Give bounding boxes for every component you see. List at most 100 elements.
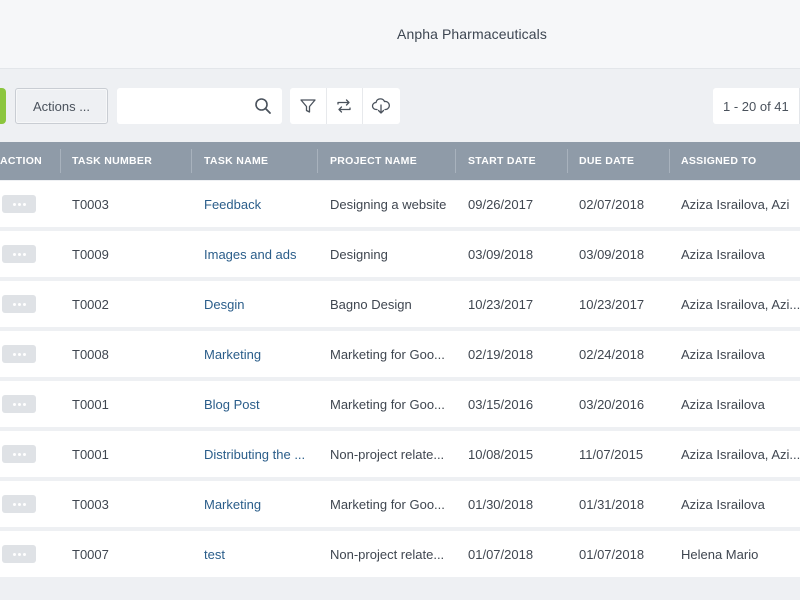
more-dots-icon	[12, 552, 16, 556]
start-date-cell: 01/07/2018	[468, 546, 534, 562]
task-number-cell: T0001	[72, 446, 109, 462]
start-date-cell: 03/09/2018	[468, 246, 534, 262]
more-dots-icon	[12, 502, 16, 506]
due-date-cell: 10/23/2017	[579, 296, 645, 312]
more-dots-icon	[12, 252, 16, 256]
project-name-cell: Marketing for Goo...	[330, 496, 445, 512]
due-date-cell: 03/20/2016	[579, 396, 645, 412]
row-actions-button[interactable]	[2, 345, 36, 363]
project-name-cell: Marketing for Goo...	[330, 346, 445, 362]
assigned-to-cell: Aziza Israilova	[681, 246, 765, 262]
column-header-action: ACTION	[0, 155, 43, 167]
task-name-link[interactable]: Blog Post	[204, 381, 312, 427]
more-dots-icon	[17, 502, 21, 506]
row-actions-button[interactable]	[2, 495, 36, 513]
row-actions-button[interactable]	[2, 195, 36, 213]
task-name-link[interactable]: Distributing the ...	[204, 431, 312, 477]
more-dots-icon	[17, 452, 21, 456]
assigned-to-cell: Aziza Israilova, Azi...	[681, 296, 800, 312]
due-date-cell: 03/09/2018	[579, 246, 645, 262]
start-date-cell: 10/08/2015	[468, 446, 534, 462]
table-header: ACTION TASK NUMBER TASK NAME PROJECT NAM…	[0, 142, 800, 180]
add-button[interactable]	[0, 88, 6, 124]
more-dots-icon	[22, 252, 26, 256]
table-row[interactable]: T0001 Distributing the ... Non-project r…	[0, 431, 800, 477]
column-divider	[317, 149, 318, 173]
actions-dropdown-button[interactable]: Actions ...	[15, 88, 108, 124]
column-divider	[60, 149, 61, 173]
row-actions-button[interactable]	[2, 295, 36, 313]
task-number-cell: T0001	[72, 396, 109, 412]
task-number-cell: T0008	[72, 346, 109, 362]
more-dots-icon	[12, 302, 16, 306]
task-number-cell: T0002	[72, 296, 109, 312]
row-actions-button[interactable]	[2, 445, 36, 463]
more-dots-icon	[22, 402, 26, 406]
download-button[interactable]	[363, 88, 400, 124]
column-divider	[191, 149, 192, 173]
project-name-cell: Designing a website	[330, 196, 447, 212]
task-name-link[interactable]: Feedback	[204, 181, 312, 227]
table-row[interactable]: T0001 Blog Post Marketing for Goo... 03/…	[0, 381, 800, 427]
row-actions-button[interactable]	[2, 545, 36, 563]
start-date-cell: 03/15/2016	[468, 396, 534, 412]
more-dots-icon	[22, 352, 26, 356]
task-name-link[interactable]: Images and ads	[204, 231, 312, 277]
refresh-icon	[337, 99, 352, 113]
table-row[interactable]: T0009 Images and ads Designing 03/09/201…	[0, 231, 800, 277]
more-dots-icon	[17, 352, 21, 356]
start-date-cell: 01/30/2018	[468, 496, 534, 512]
assigned-to-cell: Aziza Israilova	[681, 346, 765, 362]
more-dots-icon	[22, 202, 26, 206]
column-divider	[567, 149, 568, 173]
search-icon[interactable]	[254, 97, 272, 115]
task-name-link[interactable]: Desgin	[204, 281, 312, 327]
more-dots-icon	[17, 402, 21, 406]
column-header-start-date[interactable]: START DATE	[468, 142, 536, 180]
table-row[interactable]: T0002 Desgin Bagno Design 10/23/2017 10/…	[0, 281, 800, 327]
column-header-assigned-to[interactable]: ASSIGNED TO	[681, 142, 756, 180]
table-row[interactable]: T0008 Marketing Marketing for Goo... 02/…	[0, 331, 800, 377]
row-actions-button[interactable]	[2, 245, 36, 263]
more-dots-icon	[17, 252, 21, 256]
row-actions-button[interactable]	[2, 395, 36, 413]
task-name-link[interactable]: test	[204, 531, 312, 577]
project-name-cell: Designing	[330, 246, 388, 262]
more-dots-icon	[22, 552, 26, 556]
task-list-page: Anpha Pharmaceuticals Actions ... 1 - 20…	[0, 0, 800, 600]
pagination-info: 1 - 20 of 41	[713, 88, 800, 124]
more-dots-icon	[22, 502, 26, 506]
assigned-to-cell: Helena Mario	[681, 546, 759, 562]
more-dots-icon	[12, 452, 16, 456]
column-divider	[669, 149, 670, 173]
search-input[interactable]	[125, 96, 245, 116]
table-row[interactable]: T0003 Feedback Designing a website 09/26…	[0, 181, 800, 227]
project-name-cell: Non-project relate...	[330, 546, 445, 562]
project-name-cell: Marketing for Goo...	[330, 396, 445, 412]
assigned-to-cell: Aziza Israilova	[681, 496, 765, 512]
start-date-cell: 09/26/2017	[468, 196, 534, 212]
column-header-task-number[interactable]: TASK NUMBER	[72, 142, 152, 180]
app-header: Anpha Pharmaceuticals	[0, 0, 800, 69]
task-name-link[interactable]: Marketing	[204, 331, 312, 377]
filter-icon	[300, 99, 316, 113]
assigned-to-cell: Aziza Israilova, Azi...	[681, 446, 800, 462]
more-dots-icon	[17, 302, 21, 306]
column-header-project-name[interactable]: PROJECT NAME	[330, 142, 417, 180]
table-row[interactable]: T0007 test Non-project relate... 01/07/2…	[0, 531, 800, 577]
table-row[interactable]: T0003 Marketing Marketing for Goo... 01/…	[0, 481, 800, 527]
due-date-cell: 11/07/2015	[579, 446, 644, 462]
project-name-cell: Non-project relate...	[330, 446, 445, 462]
assigned-to-cell: Aziza Israilova	[681, 396, 765, 412]
column-header-task-name[interactable]: TASK NAME	[204, 142, 268, 180]
due-date-cell: 01/07/2018	[579, 546, 645, 562]
task-name-link[interactable]: Marketing	[204, 481, 312, 527]
filter-button[interactable]	[290, 88, 327, 124]
more-dots-icon	[17, 552, 21, 556]
column-header-due-date[interactable]: DUE DATE	[579, 142, 634, 180]
more-dots-icon	[22, 302, 26, 306]
task-number-cell: T0003	[72, 196, 109, 212]
table-tools	[290, 88, 400, 124]
cloud-download-icon	[372, 98, 391, 114]
refresh-button[interactable]	[327, 88, 364, 124]
